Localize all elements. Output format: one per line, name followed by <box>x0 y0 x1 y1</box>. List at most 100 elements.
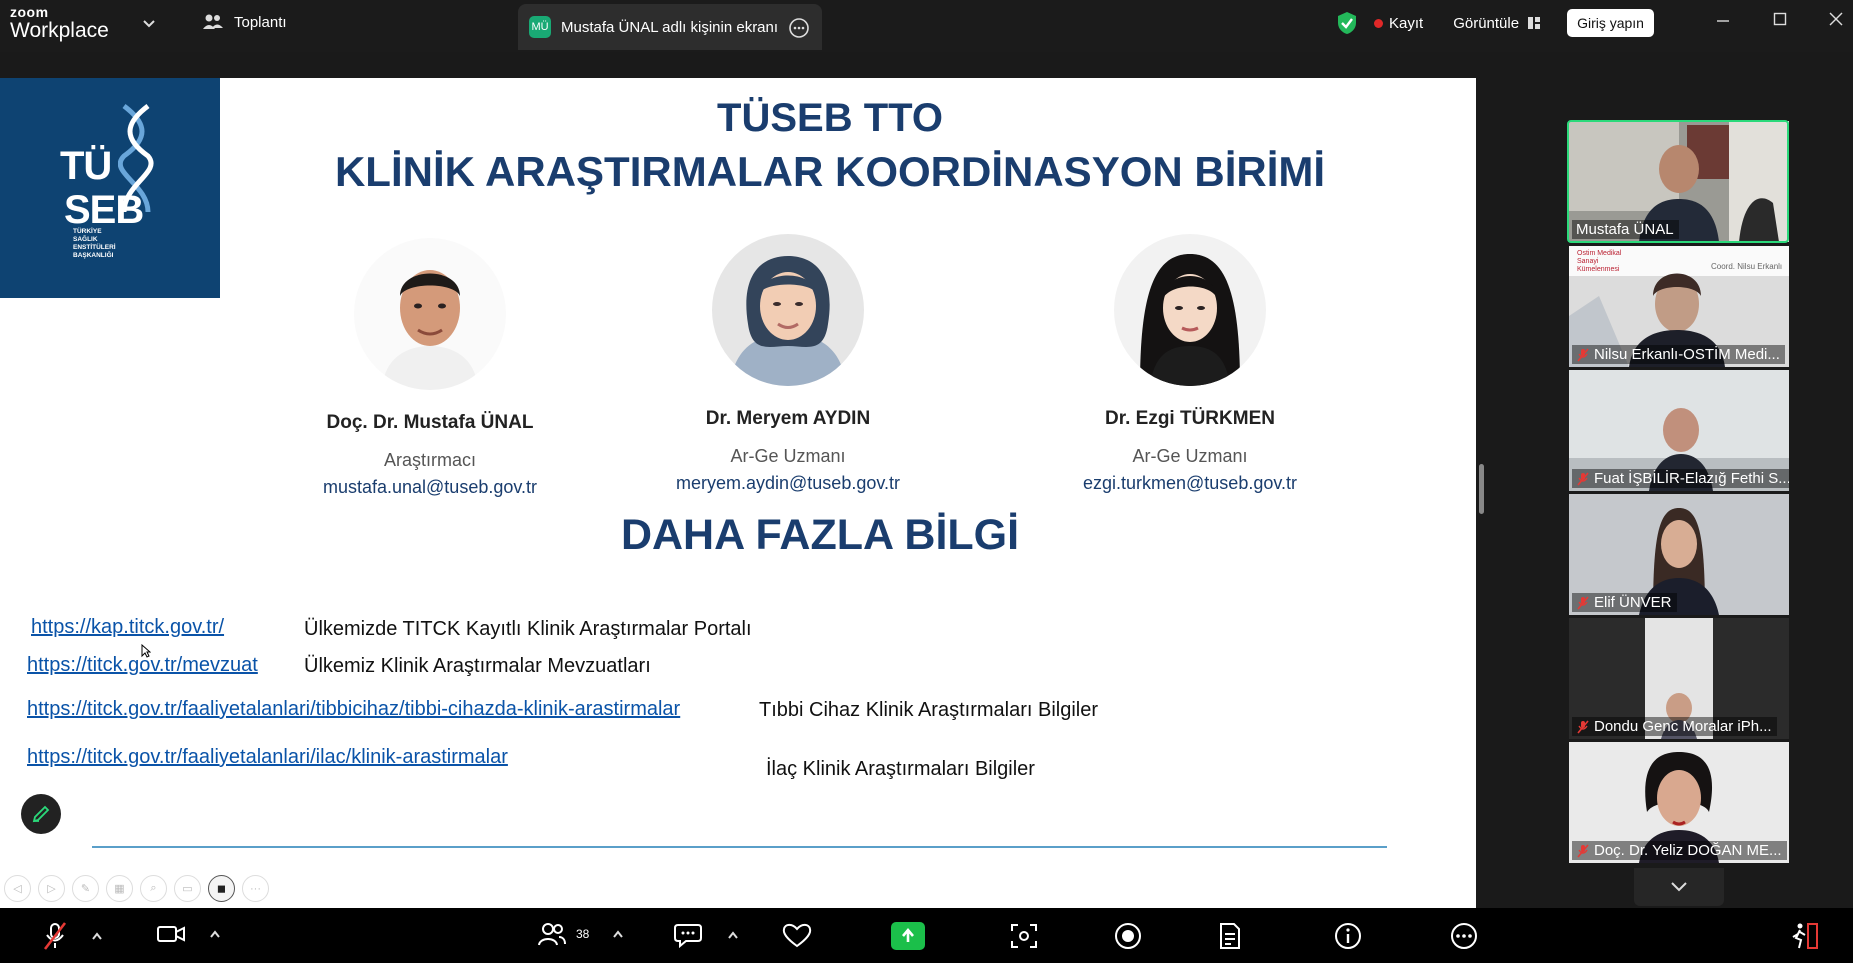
person-role: Ar-Ge Uzmanı <box>1132 446 1248 466</box>
camera-toggle-icon[interactable]: ◼ <box>208 875 235 902</box>
chat-button[interactable] <box>674 922 738 948</box>
share-screen-icon <box>891 922 925 950</box>
leave-button[interactable] <box>1790 922 1820 950</box>
overlay-caption: Coord. Nilsu Erkanlı <box>1711 262 1783 271</box>
active-speaker-border <box>1567 120 1789 243</box>
info-icon <box>1335 923 1361 949</box>
chevron-up-icon[interactable] <box>92 932 102 940</box>
record-icon <box>1115 923 1141 949</box>
person-card: Dr. Ezgi TÜRKMEN Ar-Ge Uzmanı ezgi.turkm… <box>1040 234 1340 494</box>
screen-share-tab[interactable]: MÜ Mustafa ÜNAL adlı kişinin ekranı <box>518 4 822 50</box>
more-info-title: DAHA FAZLA BİLGİ <box>620 511 1020 559</box>
link-description: İlaç Klinik Araştırmaları Bilgiler <box>766 758 1035 780</box>
record-button[interactable]: Kayıt <box>1374 15 1423 32</box>
participants-button[interactable]: 38 <box>538 922 624 946</box>
apps-icon <box>1011 924 1037 948</box>
shield-check-icon[interactable] <box>1336 11 1358 35</box>
mouse-cursor-icon <box>141 644 151 658</box>
subtitles-icon[interactable]: ▭ <box>174 875 201 902</box>
link-description: Tıbbi Cihaz Klinik Araştırmaları Bilgile… <box>759 699 1098 721</box>
participant-tile[interactable]: Doç. Dr. Yeliz DOĞAN ME... <box>1569 742 1789 863</box>
close-icon[interactable] <box>1829 12 1843 31</box>
logo-text-top: TÜ <box>60 144 112 188</box>
zoom-logo[interactable]: zoom Workplace <box>10 5 109 41</box>
sign-in-button[interactable]: Giriş yapın <box>1567 9 1654 37</box>
person-card: Doç. Dr. Mustafa ÜNAL Araştırmacı mustaf… <box>290 238 570 498</box>
maximize-icon[interactable] <box>1773 12 1787 31</box>
leave-door-icon <box>1792 923 1818 949</box>
view-button[interactable]: Görüntüle <box>1453 15 1541 32</box>
participant-name: Dondu Genc Moralar iPh... <box>1572 717 1777 736</box>
info-button[interactable] <box>1334 922 1362 950</box>
mic-muted-icon <box>1577 595 1589 610</box>
person-email: mustafa.unal@tuseb.gov.tr <box>322 477 538 497</box>
mic-muted-icon <box>1577 719 1589 734</box>
participant-tile[interactable]: Fuat İŞBİLİR-Elazığ Fethi S... <box>1569 370 1789 491</box>
previous-slide-icon[interactable]: ◁ <box>4 875 31 902</box>
chevron-down-icon[interactable] <box>142 16 156 34</box>
record-label: Kayıt <box>1389 14 1424 32</box>
splitter-handle[interactable] <box>1479 464 1484 514</box>
link-description: Ülkemizde TITCK Kayıtlı Klinik Araştırma… <box>304 618 752 640</box>
gallery-scroll-down-button[interactable] <box>1634 868 1724 906</box>
meeting-button[interactable]: Toplantı <box>202 13 287 31</box>
overlay-logo-text: Ostim Medikal Sanayi Kümelenmesi <box>1577 250 1622 273</box>
mic-muted-icon <box>1577 843 1589 858</box>
slide-divider <box>92 846 1387 848</box>
slides-grid-icon[interactable]: ▦ <box>106 875 133 902</box>
chevron-up-icon[interactable] <box>210 930 220 938</box>
grid-view-icon <box>1528 17 1541 29</box>
tuseb-logo: TÜ SEB TÜRKİYE SAĞLIK ENSTİTÜLERİ BAŞKAN… <box>0 78 220 298</box>
person-email: ezgi.turkmen@tuseb.gov.tr <box>1082 473 1298 493</box>
top-right-controls: Kayıt Görüntüle Giriş yapın <box>1336 8 1654 38</box>
meeting-label: Toplantı <box>234 13 287 31</box>
person-name: Doç. Dr. Mustafa ÜNAL <box>326 412 534 433</box>
chevron-down-icon <box>1671 882 1687 892</box>
participant-tile[interactable]: Dondu Genc Moralar iPh... <box>1569 618 1789 739</box>
video-camera-icon <box>157 926 185 942</box>
record-toolbar-button[interactable] <box>1114 922 1142 950</box>
chat-icon <box>674 924 702 948</box>
mic-muted-icon <box>1577 471 1589 486</box>
link-kap-titck[interactable]: https://kap.titck.gov.tr/ <box>31 616 224 639</box>
slide-title: TÜSEB TTO <box>717 96 943 140</box>
mic-muted-icon <box>43 922 67 950</box>
brand-bottom: Workplace <box>10 19 109 42</box>
more-options-icon[interactable] <box>788 17 810 43</box>
link-ilac[interactable]: https://titck.gov.tr/faaliyetalanlari/il… <box>27 746 508 769</box>
annotate-button[interactable] <box>21 794 61 834</box>
more-icon <box>1451 923 1477 949</box>
chevron-up-icon[interactable] <box>728 931 738 939</box>
more-options-icon[interactable]: ··· <box>242 875 269 902</box>
chevron-up-icon[interactable] <box>613 930 624 938</box>
mic-button[interactable] <box>42 922 102 950</box>
participant-name: Elif ÜNVER <box>1572 593 1677 612</box>
heart-icon <box>782 923 812 948</box>
logo-text-bottom: SEB <box>64 188 144 232</box>
shared-screen: TÜ SEB TÜRKİYE SAĞLIK ENSTİTÜLERİ BAŞKAN… <box>0 78 1476 908</box>
participant-name: Nilsu Erkanlı-OSTİM Medi... <box>1572 345 1785 364</box>
minimize-icon[interactable] <box>1716 12 1730 31</box>
pen-icon[interactable]: ✎ <box>72 875 99 902</box>
sharer-avatar: MÜ <box>529 16 551 38</box>
participants-count: 38 <box>576 927 590 941</box>
share-screen-button[interactable] <box>891 922 925 950</box>
people-icon <box>203 14 223 29</box>
person-name: Dr. Ezgi TÜRKMEN <box>1105 408 1275 429</box>
video-button[interactable] <box>156 922 220 946</box>
more-button[interactable] <box>1450 922 1478 950</box>
apps-button[interactable] <box>1010 922 1038 950</box>
participant-name: Doç. Dr. Yeliz DOĞAN ME... <box>1572 841 1787 860</box>
link-tibbi-cihaz[interactable]: https://titck.gov.tr/faaliyetalanlari/ti… <box>27 698 680 721</box>
notes-icon <box>1220 923 1240 949</box>
notes-button[interactable] <box>1218 922 1242 950</box>
reactions-button[interactable] <box>782 922 812 948</box>
mic-muted-icon <box>1577 347 1589 362</box>
person-name: Dr. Meryem AYDIN <box>705 408 871 429</box>
record-dot-icon <box>1374 18 1383 28</box>
next-slide-icon[interactable]: ▷ <box>38 875 65 902</box>
participant-tile[interactable]: Ostim Medikal Sanayi Kümelenmesi Coord. … <box>1569 246 1789 367</box>
person-photo <box>712 234 864 386</box>
zoom-slide-icon[interactable]: ⌕ <box>140 875 167 902</box>
participant-tile[interactable]: Elif ÜNVER <box>1569 494 1789 615</box>
